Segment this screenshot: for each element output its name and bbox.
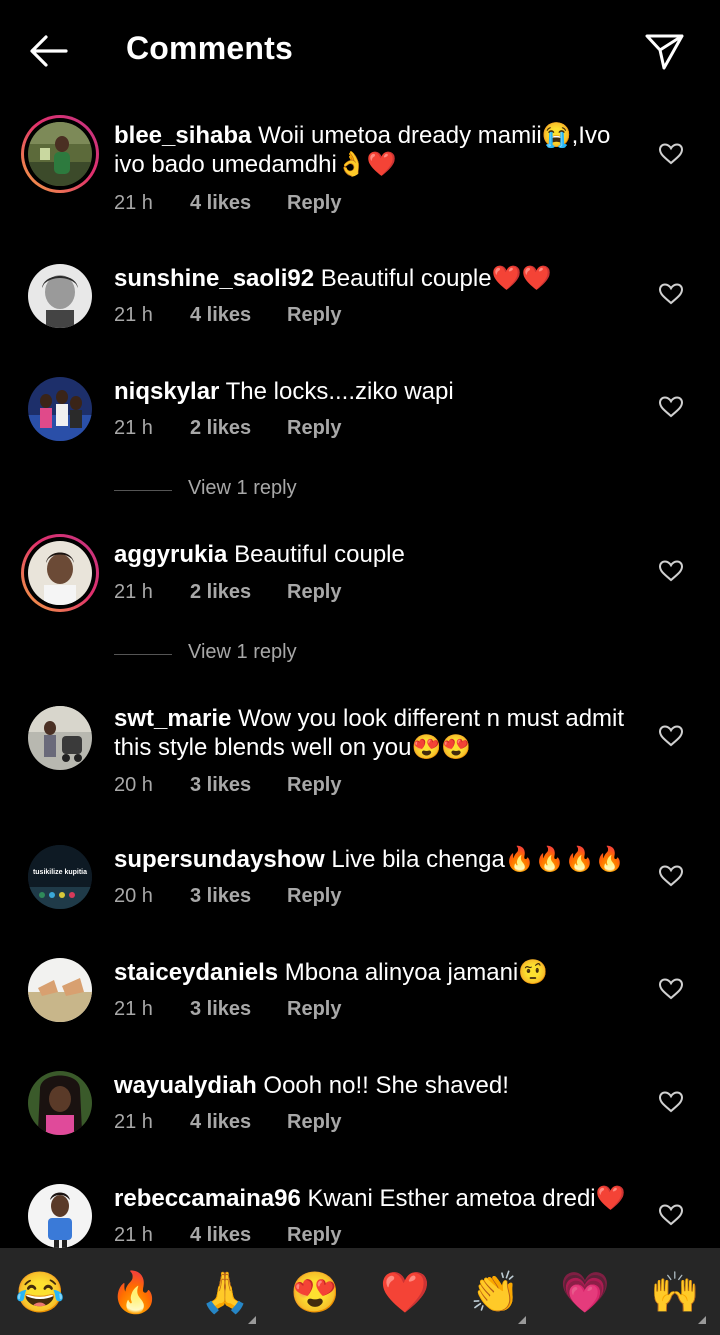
likes-count[interactable]: 4 likes	[190, 304, 251, 327]
divider	[114, 490, 172, 491]
emoji-pray-button[interactable]: 🙏	[200, 1268, 250, 1318]
comment-text: aggyrukia Beautiful couple	[114, 540, 634, 569]
emoji-heart-eyes-button[interactable]: 😍	[290, 1268, 340, 1318]
reply-button[interactable]: Reply	[287, 304, 341, 327]
likes-count[interactable]: 4 likes	[190, 192, 251, 215]
emoji-reaction-bar: 😂 🔥 🙏 😍 ❤️ 👏 💗 🙌	[0, 1248, 720, 1335]
avatar-caption: tusikilize kupitia	[32, 869, 88, 876]
emoji-raised-hands-button[interactable]: 🙌	[650, 1268, 700, 1318]
avatar[interactable]	[28, 1071, 92, 1135]
heart-icon[interactable]	[658, 724, 684, 748]
view-replies-label: View 1 reply	[188, 641, 297, 663]
heart-icon[interactable]	[658, 864, 684, 888]
reply-button[interactable]: Reply	[287, 581, 341, 604]
comment-username[interactable]: swt_marie	[114, 705, 231, 732]
comment-body: Beautiful couple❤️❤️	[320, 265, 552, 292]
avatar[interactable]	[21, 534, 99, 612]
comment-text: staiceydaniels Mbona alinyoa jamani🤨	[114, 958, 634, 987]
skin-tone-indicator	[518, 1316, 526, 1324]
view-replies-button[interactable]: View 1 reply	[114, 477, 514, 505]
view-replies-label: View 1 reply	[188, 477, 297, 499]
comment-text: rebeccamaina96 Kwani Esther ametoa dredi…	[114, 1184, 634, 1213]
comment-text: swt_marie Wow you look different n must …	[114, 704, 634, 762]
avatar[interactable]: tusikilize kupitia	[28, 845, 92, 909]
heart-icon[interactable]	[658, 1090, 684, 1114]
comment-text: supersundayshow Live bila chenga🔥🔥🔥🔥	[114, 845, 634, 874]
likes-count[interactable]: 4 likes	[190, 1224, 251, 1247]
comment-time: 21 h	[114, 192, 153, 214]
comment-text: niqskylar The locks....ziko wapi	[114, 377, 634, 406]
likes-count[interactable]: 2 likes	[190, 417, 251, 440]
emoji-fire-button[interactable]: 🔥	[110, 1268, 160, 1318]
comment-time: 21 h	[114, 1111, 153, 1133]
comment-username[interactable]: rebeccamaina96	[114, 1185, 301, 1212]
likes-count[interactable]: 3 likes	[190, 774, 251, 797]
likes-count[interactable]: 4 likes	[190, 1111, 251, 1134]
reply-button[interactable]: Reply	[287, 885, 341, 908]
comment-body: Live bila chenga🔥🔥🔥🔥	[331, 846, 625, 873]
heart-icon[interactable]	[658, 559, 684, 583]
likes-count[interactable]: 3 likes	[190, 998, 251, 1021]
heart-icon[interactable]	[658, 395, 684, 419]
comment-body: The locks....ziko wapi	[225, 378, 454, 405]
heart-icon[interactable]	[658, 1203, 684, 1227]
comment-username[interactable]: aggyrukia	[114, 541, 227, 568]
avatar[interactable]	[21, 115, 99, 193]
skin-tone-indicator	[248, 1316, 256, 1324]
heart-icon[interactable]	[658, 142, 684, 166]
comment-time: 21 h	[114, 417, 153, 439]
comment-body: Oooh no!! She shaved!	[263, 1072, 509, 1099]
avatar[interactable]	[28, 377, 92, 441]
skin-tone-indicator	[698, 1316, 706, 1324]
reply-button[interactable]: Reply	[287, 998, 341, 1021]
comment-time: 20 h	[114, 885, 153, 907]
reply-button[interactable]: Reply	[287, 1224, 341, 1247]
comment-username[interactable]: sunshine_saoli92	[114, 265, 314, 292]
comment-text: wayualydiah Oooh no!! She shaved!	[114, 1071, 634, 1100]
comment-body: Beautiful couple	[234, 541, 405, 568]
avatar[interactable]	[28, 958, 92, 1022]
back-arrow-icon[interactable]	[26, 28, 72, 74]
reply-button[interactable]: Reply	[287, 774, 341, 797]
comment-username[interactable]: supersundayshow	[114, 846, 325, 873]
reply-button[interactable]: Reply	[287, 192, 341, 215]
comment-username[interactable]: staiceydaniels	[114, 959, 278, 986]
direct-share-icon[interactable]	[642, 28, 688, 74]
comment-username[interactable]: blee_sihaba	[114, 122, 251, 149]
avatar[interactable]	[28, 706, 92, 770]
reply-button[interactable]: Reply	[287, 1111, 341, 1134]
avatar[interactable]	[28, 264, 92, 328]
emoji-joy-button[interactable]: 😂	[15, 1268, 65, 1318]
heart-icon[interactable]	[658, 282, 684, 306]
emoji-heartpulse-button[interactable]: 💗	[560, 1268, 610, 1318]
comment-time: 21 h	[114, 998, 153, 1020]
divider	[114, 654, 172, 655]
comment-time: 21 h	[114, 1224, 153, 1246]
heart-icon[interactable]	[658, 977, 684, 1001]
comment-body: Mbona alinyoa jamani🤨	[284, 959, 549, 986]
comment-text: sunshine_saoli92 Beautiful couple❤️❤️	[114, 264, 634, 293]
likes-count[interactable]: 3 likes	[190, 885, 251, 908]
reply-button[interactable]: Reply	[287, 417, 341, 440]
avatar[interactable]	[28, 1184, 92, 1248]
view-replies-button[interactable]: View 1 reply	[114, 641, 514, 669]
likes-count[interactable]: 2 likes	[190, 581, 251, 604]
comment-time: 21 h	[114, 304, 153, 326]
comment-username[interactable]: niqskylar	[114, 378, 219, 405]
comment-time: 21 h	[114, 581, 153, 603]
emoji-red-heart-button[interactable]: ❤️	[380, 1268, 430, 1318]
comment-text: blee_sihaba Woii umetoa dready mamii😭,Iv…	[114, 121, 634, 179]
comment-body: Kwani Esther ametoa dredi❤️	[307, 1185, 626, 1212]
page-title: Comments	[126, 30, 293, 66]
comment-time: 20 h	[114, 774, 153, 796]
comment-username[interactable]: wayualydiah	[114, 1072, 257, 1099]
top-bar: Comments	[0, 0, 720, 100]
emoji-clap-button[interactable]: 👏	[470, 1268, 520, 1318]
